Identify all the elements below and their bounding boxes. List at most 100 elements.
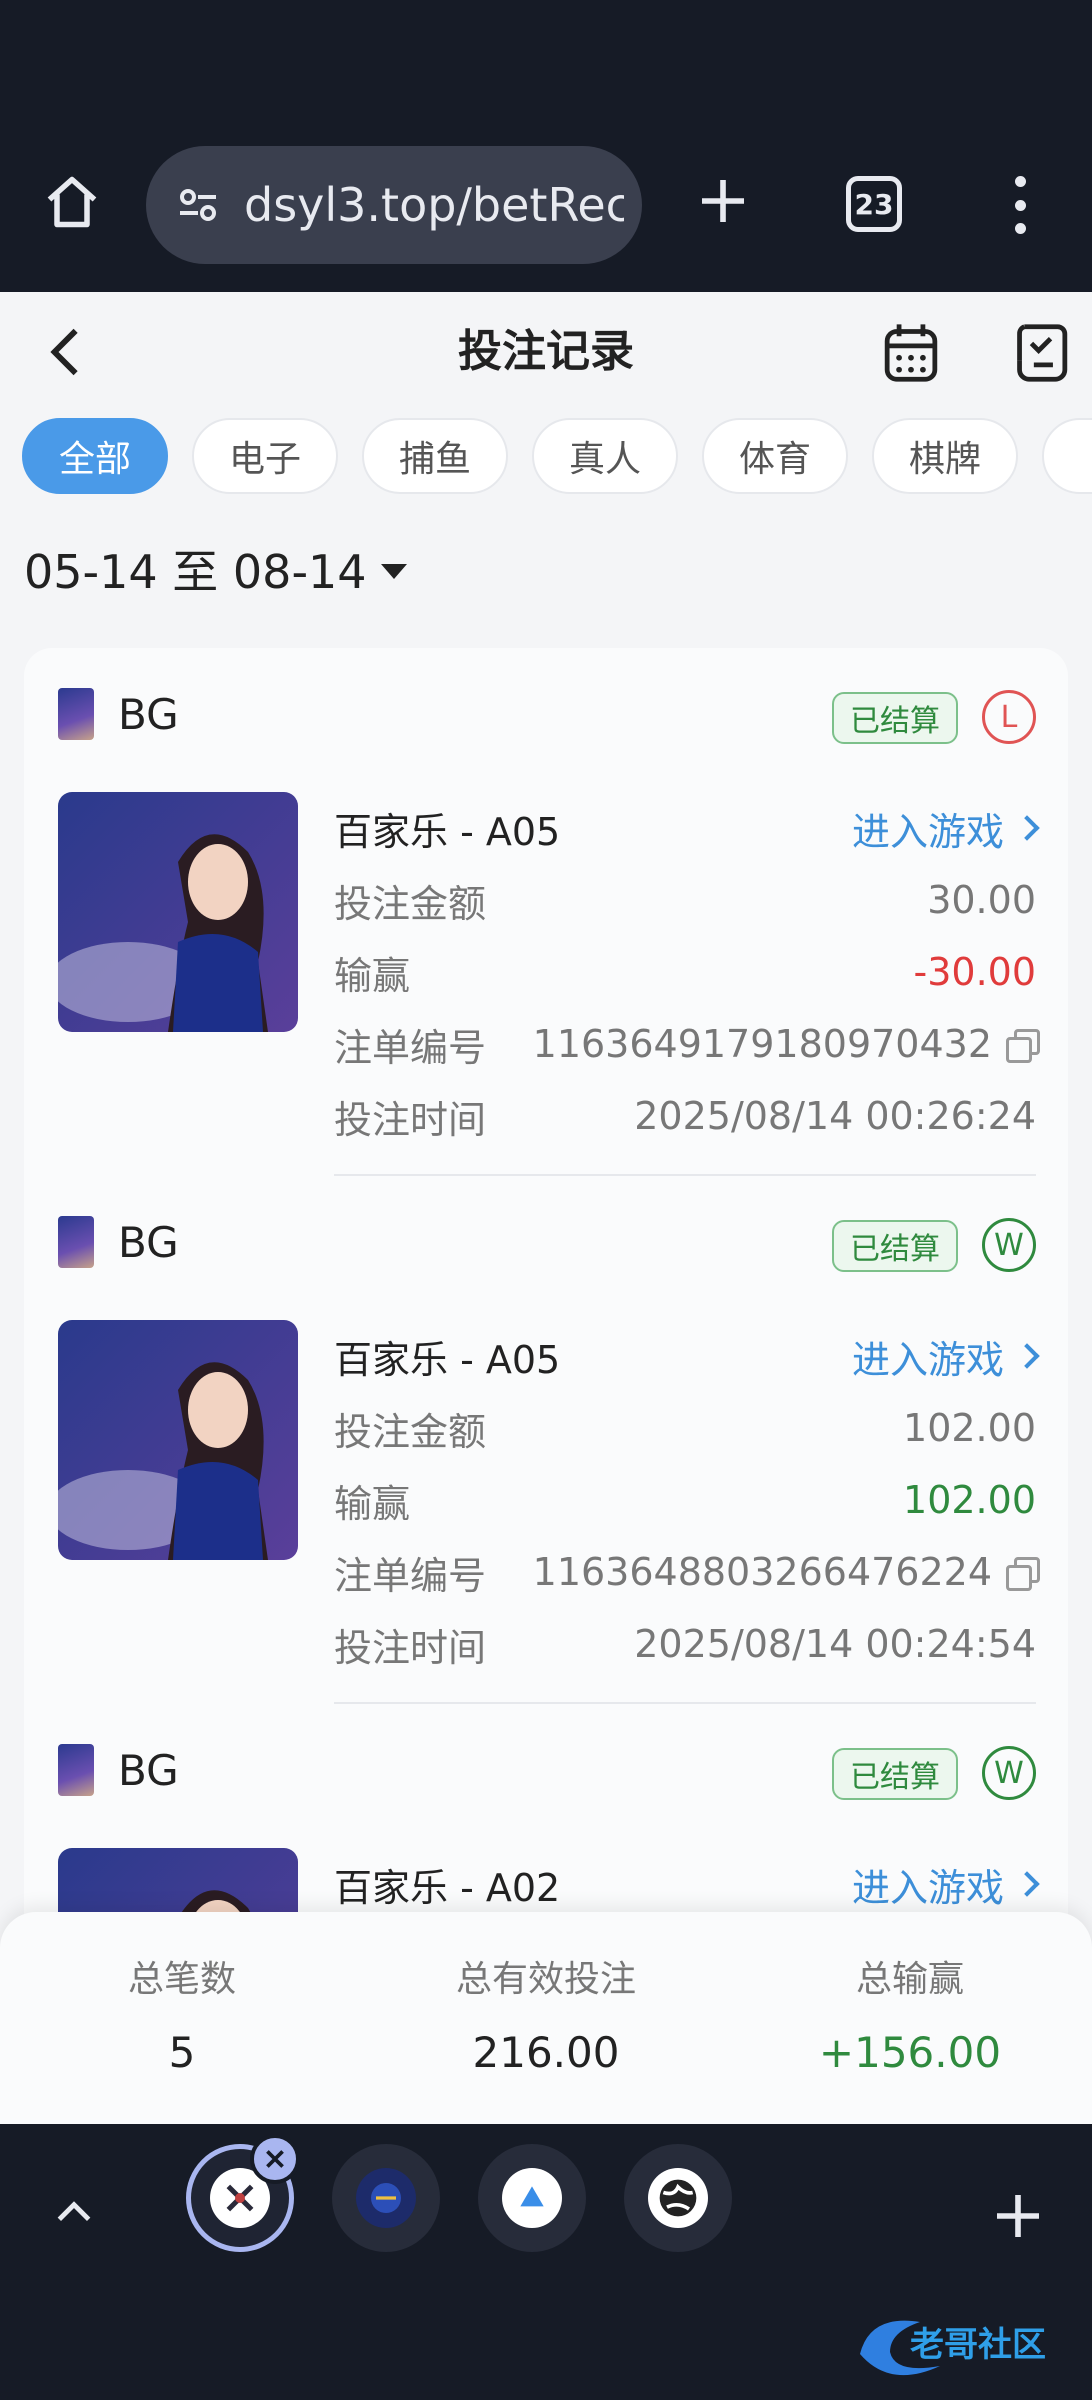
vendor-name: BG	[118, 689, 179, 739]
status-badge: 已结算	[832, 1220, 958, 1272]
home-icon	[47, 176, 97, 228]
tab-chess-cards[interactable]: 棋牌	[872, 418, 1018, 494]
bet-time-value: 2025/08/14 00:24:54	[634, 1622, 1036, 1666]
tab-electronic[interactable]: 电子	[192, 418, 338, 494]
win-loss-label: 输赢	[334, 953, 411, 998]
tab-sports[interactable]: 体育	[702, 418, 848, 494]
site-favicon-icon	[502, 2168, 562, 2228]
tab-thumbnail[interactable]	[624, 2144, 732, 2252]
site-favicon-icon	[356, 2168, 416, 2228]
summary-win-loss: 总输赢 +156.00	[728, 1912, 1092, 2124]
record-vendor: BG	[58, 1744, 179, 1796]
bet-amount-row: 投注金额 30.00	[334, 870, 1036, 930]
enter-game-link[interactable]: 进入游戏	[851, 1329, 1040, 1384]
chevron-right-icon	[1014, 1343, 1040, 1369]
url-text: dsyl3.top/betRecord	[244, 178, 624, 232]
tab-thumbnail[interactable]	[332, 2144, 440, 2252]
summary-winloss-label: 总输赢	[855, 1959, 964, 2000]
new-tab-button[interactable]	[688, 166, 758, 236]
home-button[interactable]	[38, 168, 106, 236]
record-summary-button[interactable]	[1012, 322, 1070, 384]
vendor-logo	[58, 688, 94, 740]
watermark-logo: 老哥社区	[850, 2304, 1080, 2384]
bet-amount-value: 30.00	[927, 878, 1036, 922]
win-loss-row: 输赢 -30.00	[334, 942, 1036, 1002]
enter-game-link[interactable]: 进入游戏	[851, 1857, 1040, 1912]
game-row: 百家乐 - A05 进入游戏	[334, 798, 1040, 858]
win-loss-label: 输赢	[334, 1481, 411, 1526]
dot-icon	[1014, 223, 1026, 234]
bet-time-value: 2025/08/14 00:26:24	[634, 1094, 1036, 1138]
browser-toolbar: dsyl3.top/betRecord 23	[0, 0, 1092, 292]
summary-count: 总笔数 5	[0, 1912, 364, 2124]
summary-valid-value: 216.00	[472, 2028, 620, 2077]
bet-id-text: 1163649179180970432	[532, 1022, 992, 1066]
vendor-logo	[58, 1744, 94, 1796]
bet-id-text: 1163648803266476224	[532, 1550, 992, 1594]
lose-result-icon: L	[982, 690, 1036, 744]
category-tabs: 全部 电子 捕鱼 真人 体育 棋牌 彩	[22, 418, 1092, 496]
vendor-logo	[58, 1216, 94, 1268]
bet-time-label: 投注时间	[334, 1625, 487, 1670]
summary-bar: 总笔数 5 总有效投注 216.00 总输赢 +156.00	[0, 1912, 1092, 2124]
date-range-picker[interactable]: 05-14 至 08-14	[24, 536, 407, 602]
win-result-icon: W	[982, 1218, 1036, 1272]
bet-time-label: 投注时间	[334, 1097, 487, 1142]
game-row: 百家乐 - A05 进入游戏	[334, 1326, 1040, 1386]
tab-switcher-button[interactable]: 23	[846, 176, 902, 232]
plus-icon	[702, 180, 744, 222]
game-name: 百家乐 - A05	[334, 809, 561, 854]
summary-valid-bet: 总有效投注 216.00	[364, 1912, 728, 2124]
tab-fishing[interactable]: 捕鱼	[362, 418, 508, 494]
summary-count-value: 5	[168, 2028, 196, 2077]
chevron-right-icon	[1014, 1871, 1040, 1897]
date-range-text: 05-14 至 08-14	[24, 545, 367, 599]
chevron-up-icon[interactable]	[52, 2190, 96, 2234]
receipt-icon	[1017, 324, 1068, 382]
enter-game-label: 进入游戏	[851, 1337, 1004, 1382]
bet-record: BG 已结算 L 百家乐 - A05 进入游戏 投注金额 30.00 输赢 -3…	[24, 648, 1068, 1176]
address-bar[interactable]: dsyl3.top/betRecord	[146, 146, 642, 264]
bet-amount-label: 投注金额	[334, 881, 487, 926]
bet-id-row: 注单编号 1163649179180970432	[334, 1014, 1040, 1074]
summary-winloss-value: +156.00	[818, 2028, 1002, 2077]
dot-icon	[1014, 199, 1026, 211]
enter-game-label: 进入游戏	[851, 1865, 1004, 1910]
game-name: 百家乐 - A05	[334, 1337, 561, 1382]
win-loss-value: -30.00	[913, 950, 1037, 994]
site-settings-icon[interactable]	[172, 179, 224, 231]
calendar-icon	[884, 324, 938, 382]
tab-thumbnail[interactable]	[478, 2144, 586, 2252]
game-name: 百家乐 - A02	[334, 1865, 561, 1910]
game-thumbnail[interactable]	[58, 1320, 298, 1560]
bet-id-label: 注单编号	[334, 1025, 487, 1070]
bet-time-row: 投注时间 2025/08/14 00:24:54	[334, 1614, 1036, 1674]
tab-live[interactable]: 真人	[532, 418, 678, 494]
tab-lottery[interactable]: 彩	[1042, 418, 1092, 494]
bet-id-value: 1163648803266476224	[532, 1550, 1040, 1594]
watermark-text: 老哥社区	[910, 2325, 1046, 2365]
copy-icon[interactable]	[1006, 1557, 1040, 1591]
enter-game-link[interactable]: 进入游戏	[852, 801, 1040, 856]
calendar-button[interactable]	[882, 322, 940, 384]
bet-time-row: 投注时间 2025/08/14 00:26:24	[334, 1086, 1036, 1146]
copy-icon[interactable]	[1006, 1029, 1040, 1063]
game-row: 百家乐 - A02 进入游戏	[334, 1854, 1040, 1914]
bet-record-list: BG 已结算 L 百家乐 - A05 进入游戏 投注金额 30.00 输赢 -3…	[24, 648, 1068, 2124]
close-icon	[266, 2150, 284, 2168]
plus-icon[interactable]	[990, 2188, 1046, 2244]
bet-amount-label: 投注金额	[334, 1409, 487, 1454]
record-vendor: BG	[58, 1216, 179, 1268]
browser-tab-strip: 老哥社区	[0, 2124, 1092, 2400]
status-badge: 已结算	[832, 1748, 958, 1800]
bet-amount-row: 投注金额 102.00	[334, 1398, 1036, 1458]
tab-all[interactable]: 全部	[22, 418, 168, 494]
page-header: 投注记录	[0, 292, 1092, 412]
overflow-menu-button[interactable]	[1000, 170, 1040, 240]
summary-count-label: 总笔数	[127, 1959, 236, 2000]
close-tab-button[interactable]	[250, 2134, 300, 2184]
win-loss-value: 102.00	[903, 1478, 1036, 1522]
bet-id-row: 注单编号 1163648803266476224	[334, 1542, 1040, 1602]
bet-amount-value: 102.00	[903, 1406, 1036, 1450]
game-thumbnail[interactable]	[58, 792, 298, 1032]
